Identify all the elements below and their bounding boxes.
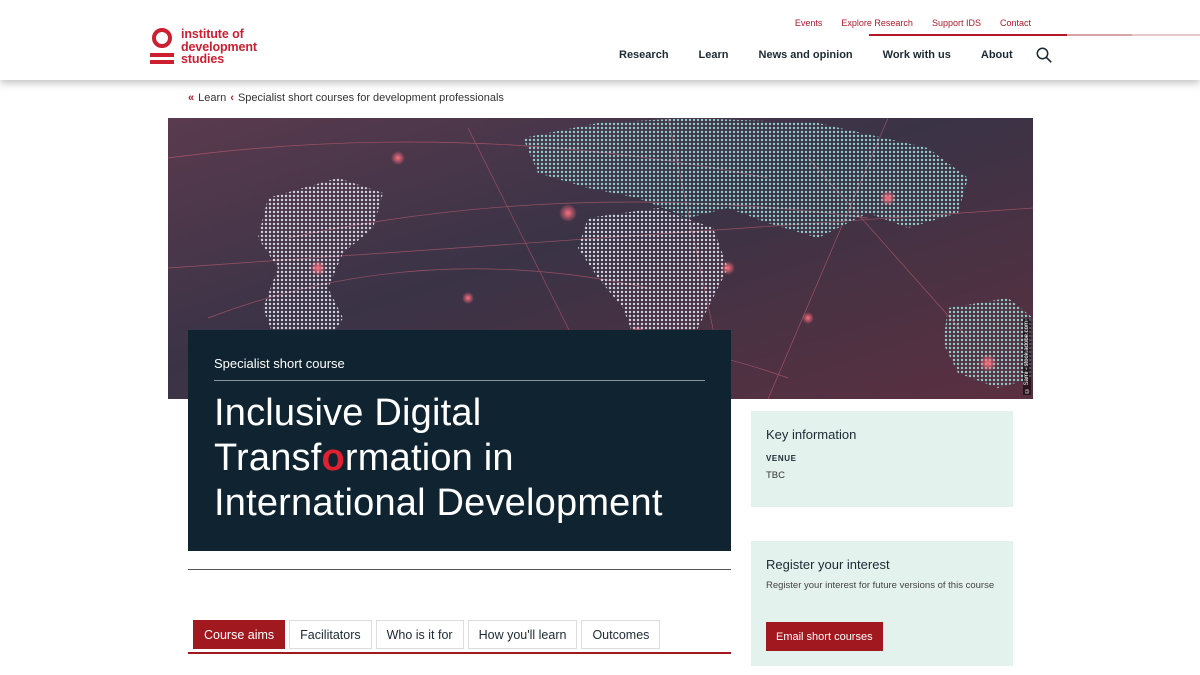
divider [188, 569, 731, 570]
site-header: institute of development studies Events … [0, 0, 1200, 80]
utility-nav: Events Explore Research Support IDS Cont… [795, 18, 1031, 28]
venue-label: VENUE [766, 454, 797, 463]
course-kicker: Specialist short course [214, 356, 705, 381]
email-short-courses-button[interactable]: Email short courses [766, 622, 883, 651]
tabs-underline [188, 652, 731, 654]
util-link-explore-research[interactable]: Explore Research [841, 18, 913, 28]
double-chevron-left-icon: « [188, 92, 195, 104]
ids-logo-mark-icon [150, 28, 174, 68]
util-link-contact[interactable]: Contact [1000, 18, 1031, 28]
search-icon[interactable] [1036, 47, 1052, 63]
tab-outcomes[interactable]: Outcomes [581, 620, 661, 649]
course-title-highlight-o: o [321, 437, 345, 479]
course-title-line-3: International Development [214, 482, 663, 524]
logo-line-1: institute of [181, 27, 244, 41]
course-title-line-1: Inclusive Digital [214, 392, 482, 434]
logo-wordmark: institute of development studies [181, 28, 257, 66]
key-information-heading: Key information [766, 427, 857, 442]
nav-research[interactable]: Research [619, 49, 669, 61]
register-heading: Register your interest [766, 557, 890, 572]
tab-who-is-it-for[interactable]: Who is it for [375, 620, 464, 649]
nav-learn[interactable]: Learn [699, 49, 729, 61]
tab-facilitators[interactable]: Facilitators [289, 620, 372, 649]
course-title-line-2b: rmation in [344, 437, 514, 479]
util-link-support-ids[interactable]: Support IDS [932, 18, 981, 28]
key-information-panel: Key information VENUE TBC [751, 411, 1013, 507]
course-tabs: Course aims Facilitators Who is it for H… [193, 620, 661, 649]
breadcrumb-short-courses[interactable]: Specialist short courses for development… [238, 92, 504, 104]
breadcrumb-learn[interactable]: Learn [198, 92, 226, 104]
course-title-card: Specialist short course Inclusive Digita… [188, 330, 731, 551]
course-title: Inclusive Digital Transformation in Inte… [214, 391, 705, 526]
breadcrumb: « Learn ‹ Specialist short courses for d… [188, 92, 504, 104]
register-text: Register your interest for future versio… [766, 580, 995, 591]
util-link-events[interactable]: Events [795, 18, 823, 28]
tab-how-youll-learn[interactable]: How you'll learn [467, 620, 578, 649]
nav-news-and-opinion[interactable]: News and opinion [759, 49, 853, 61]
ids-logo[interactable]: institute of development studies [150, 28, 257, 68]
nav-about[interactable]: About [981, 49, 1013, 61]
course-title-line-2a: Transf [214, 437, 322, 479]
register-interest-panel: Register your interest Register your int… [751, 541, 1013, 666]
utility-nav-underline [869, 34, 1200, 36]
tab-course-aims[interactable]: Course aims [193, 620, 286, 649]
image-credit: © Sami - stock.adobe.com [1023, 318, 1031, 395]
logo-line-3: studies [181, 52, 225, 66]
venue-value: TBC [766, 470, 785, 481]
chevron-left-icon: ‹ [230, 92, 234, 104]
nav-work-with-us[interactable]: Work with us [883, 49, 951, 61]
main-nav: Research Learn News and opinion Work wit… [619, 49, 1043, 61]
